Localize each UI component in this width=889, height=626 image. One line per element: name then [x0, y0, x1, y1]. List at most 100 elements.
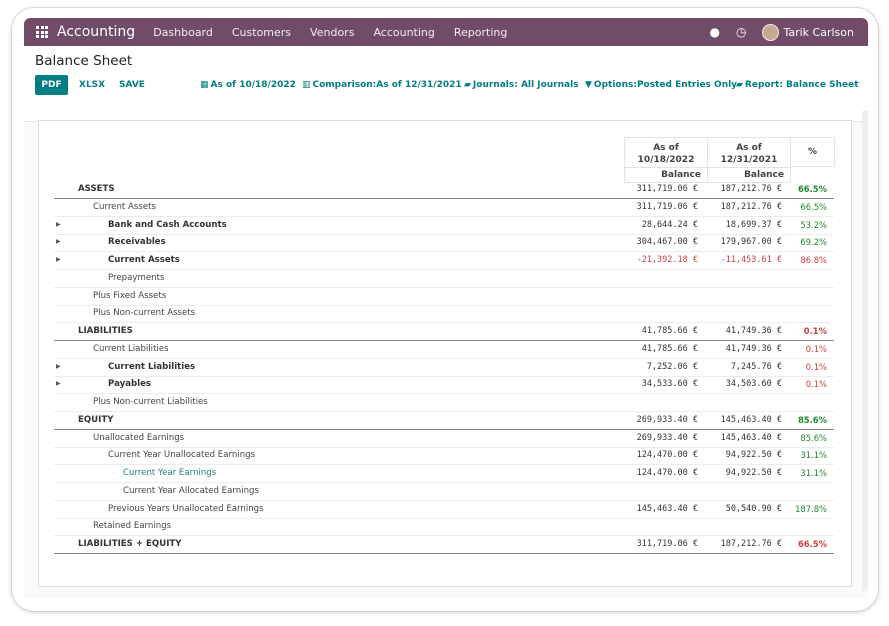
table-row: Plus Non-current Liabilities	[54, 394, 834, 412]
percent-change: 66.5%	[800, 201, 827, 212]
comparison-balance: 187,212.76 €	[720, 539, 782, 549]
comparison-filter-label: Comparison:As of 12/31/2021	[312, 80, 462, 90]
app-window: Accounting Dashboard Customers Vendors A…	[24, 18, 868, 598]
column-header-percent: %	[790, 137, 835, 167]
current-balance: 7,252.06 €	[646, 361, 698, 372]
row-label: EQUITY	[78, 414, 114, 425]
filter-icon: ▼	[585, 80, 592, 90]
table-row: LIABILITIES 41,785.66 € 41,749.36 € 0.1%	[54, 323, 834, 341]
expand-caret-icon[interactable]: ▶	[56, 256, 61, 263]
row-label: Current Assets	[108, 255, 180, 265]
current-balance: 311,719.06 €	[636, 184, 698, 194]
table-row: Current Assets 311,719.06 € 187,212.76 € 66…	[54, 199, 834, 217]
page-title: Balance Sheet	[35, 53, 133, 69]
date-filter[interactable]: ▦ As of 10/18/2022	[200, 75, 296, 95]
column-header-line1: As of	[653, 143, 679, 153]
save-button[interactable]: SAVE	[119, 75, 145, 95]
nav-customers[interactable]: Customers	[232, 26, 291, 39]
row-label: Current Year Unallocated Earnings	[108, 450, 256, 461]
percent-change: 86.8%	[800, 255, 827, 265]
expand-caret-icon[interactable]: ▶	[56, 238, 61, 245]
column-header-date: 12/31/2021	[720, 155, 778, 165]
row-label[interactable]: Current Year Earnings	[123, 468, 216, 478]
row-label: Current Liabilities	[93, 343, 169, 354]
comparison-balance: 187,212.76 €	[720, 201, 782, 212]
row-label: Plus Non-current Liabilities	[93, 397, 208, 407]
nav-accounting[interactable]: Accounting	[373, 26, 434, 39]
navbar-systray: ● ◷ Tarik Carlson	[694, 23, 854, 41]
current-balance: 145,463.40 €	[636, 503, 698, 514]
comparison-balance: 41,749.36 €	[725, 326, 782, 336]
row-label: Bank and Cash Accounts	[108, 219, 227, 230]
table-row[interactable]: ▶ Current Assets -21,392.18 € -11,453.61 € 8…	[54, 252, 834, 270]
apps-grid-icon[interactable]	[36, 26, 48, 38]
percent-change: 187.8%	[795, 503, 827, 514]
table-row: Current Year Allocated Earnings	[54, 483, 834, 501]
comparison-filter[interactable]: ▥ Comparison:As of 12/31/2021	[302, 75, 462, 95]
table-row[interactable]: ▶ Payables 34,533.60 € 34,503.60 € 0.1%	[54, 376, 834, 395]
column-header-line1: As of	[736, 143, 762, 153]
percent-change: 0.1%	[805, 379, 827, 390]
scrollbar[interactable]	[862, 111, 868, 591]
row-label: LIABILITIES	[78, 326, 133, 336]
comparison-balance: 145,463.40 €	[720, 432, 782, 443]
chat-icon[interactable]: ●	[710, 25, 720, 39]
nav-dashboard[interactable]: Dashboard	[153, 26, 213, 39]
table-row: Current Liabilities 41,785.66 € 41,749.36 …	[54, 341, 834, 359]
expand-caret-icon[interactable]: ▶	[56, 380, 61, 387]
comparison-balance: 18,699.37 €	[725, 219, 782, 230]
expand-caret-icon[interactable]: ▶	[56, 221, 61, 228]
table-row: ASSETS 311,719.06 € 187,212.76 € 66.5%	[54, 181, 834, 199]
table-row: Current Year Earnings 124,470.00 € 94,922.…	[54, 465, 834, 483]
current-balance: 311,719.06 €	[636, 201, 698, 212]
expand-caret-icon[interactable]: ▶	[56, 363, 61, 370]
journals-filter-label: Journals: All Journals	[472, 80, 579, 90]
journals-filter[interactable]: ▰ Journals: All Journals	[464, 75, 579, 95]
bar-chart-icon: ▥	[302, 80, 311, 90]
table-row[interactable]: ▶ Receivables 304,467.00 € 179,967.00 € 69.2…	[54, 234, 834, 253]
nav-vendors[interactable]: Vendors	[310, 26, 354, 39]
table-row: LIABILITIES + EQUITY 311,719.06 € 187,212.…	[54, 536, 834, 554]
row-label: Current Year Allocated Earnings	[123, 485, 259, 496]
row-label: Unallocated Earnings	[93, 432, 185, 443]
percent-change: 31.1%	[800, 450, 827, 461]
table-row: Unallocated Earnings 269,933.40 € 145,463.…	[54, 430, 834, 448]
percent-change: 53.2%	[800, 219, 827, 230]
user-menu[interactable]: Tarik Carlson	[783, 26, 854, 39]
column-subheader: Balance	[661, 170, 701, 180]
percent-change: 0.1%	[803, 326, 827, 336]
report-filter-label: Report: Balance Sheet	[744, 80, 859, 90]
column-header-comparison: As of 12/31/2021 Balance	[707, 137, 791, 183]
comparison-balance: 94,922.50 €	[725, 468, 782, 478]
current-balance: 41,785.66 €	[641, 343, 698, 354]
book-icon: ▰	[464, 80, 471, 90]
table-row[interactable]: ▶ Current Liabilities 7,252.06 € 7,245.76 €…	[54, 359, 834, 377]
column-header-current: As of 10/18/2022 Balance	[624, 137, 708, 183]
percent-change: 0.1%	[805, 361, 827, 372]
comparison-balance: 34,503.60 €	[725, 379, 782, 390]
row-label: Previous Years Unallocated Earnings	[108, 503, 264, 514]
report-filter[interactable]: ▰ Report: Balance Sheet	[736, 75, 859, 95]
comparison-balance: 187,212.76 €	[720, 184, 782, 194]
comparison-balance: 179,967.00 €	[720, 237, 782, 248]
clock-icon[interactable]: ◷	[736, 25, 746, 39]
app-brand[interactable]: Accounting	[57, 24, 135, 40]
nav-reporting[interactable]: Reporting	[454, 26, 507, 39]
percent-change: 0.1%	[805, 343, 827, 354]
comparison-balance: 41,749.36 €	[725, 343, 782, 354]
current-balance: 304,467.00 €	[636, 237, 698, 248]
xlsx-button[interactable]: XLSX	[79, 75, 105, 95]
options-filter[interactable]: ▼ Options:Posted Entries Only	[585, 75, 737, 95]
column-header-date: 10/18/2022	[637, 155, 695, 165]
current-balance: 41,785.66 €	[641, 326, 698, 336]
table-row[interactable]: ▶ Bank and Cash Accounts 28,644.24 € 18,699…	[54, 217, 834, 235]
avatar[interactable]	[762, 23, 780, 41]
row-label: Receivables	[108, 237, 166, 248]
row-label: Plus Non-current Assets	[93, 308, 196, 319]
comparison-balance: 7,245.76 €	[730, 361, 782, 372]
column-subheader: Balance	[744, 170, 784, 180]
current-balance: -21,392.18 €	[636, 255, 698, 265]
percent-change: 69.2%	[800, 237, 827, 248]
comparison-balance: -11,453.61 €	[720, 255, 782, 265]
pdf-button[interactable]: PDF	[35, 75, 68, 95]
